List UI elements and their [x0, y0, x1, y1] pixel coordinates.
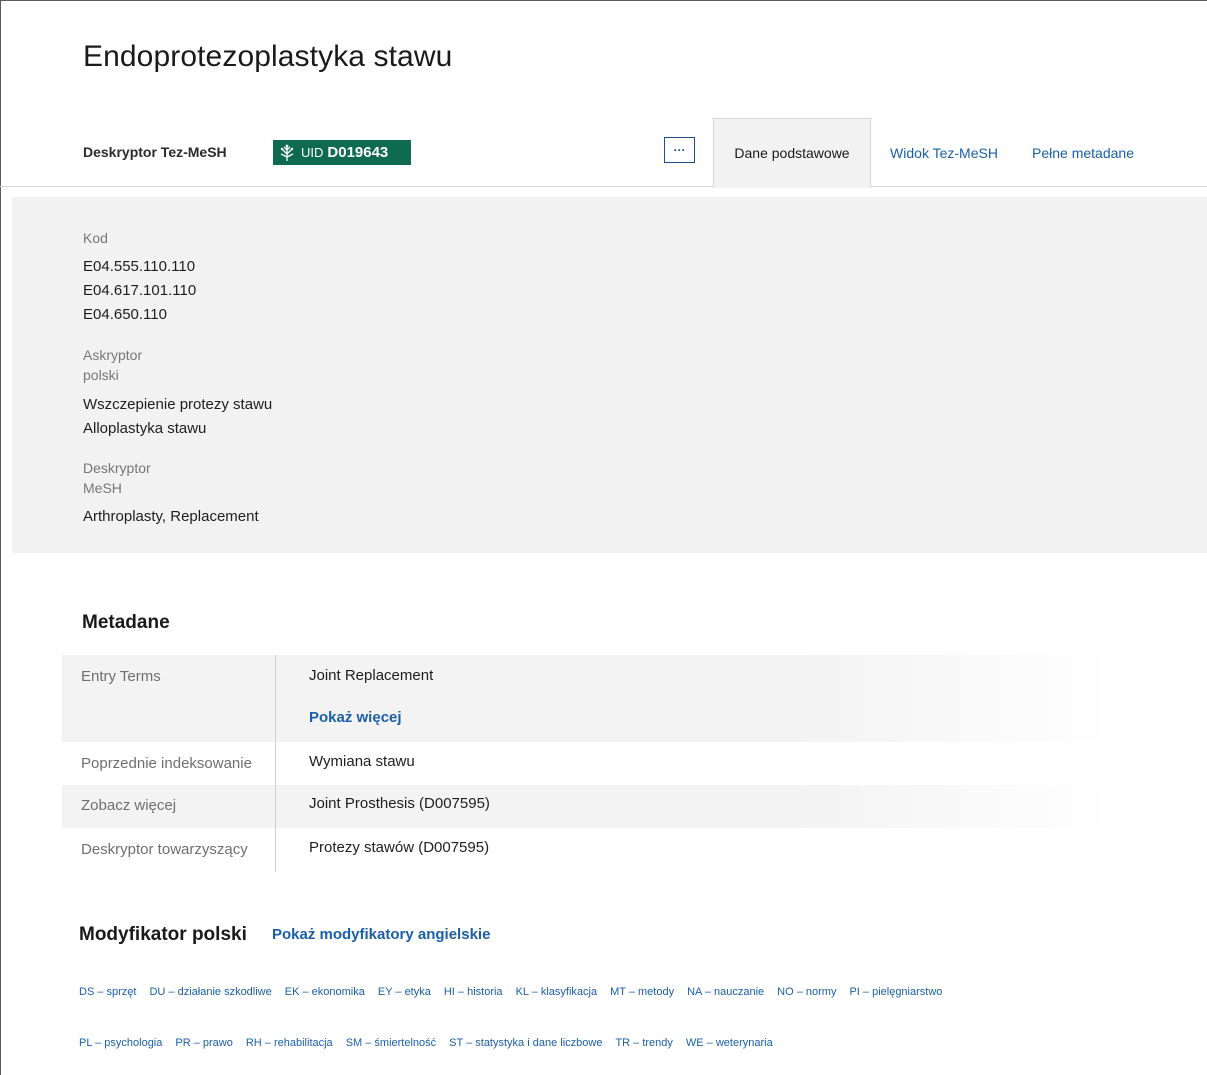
descriptor-type-label: Deskryptor Tez-MeSH [83, 144, 227, 160]
modifier-link[interactable]: MT – metody [610, 986, 674, 998]
row-value: Wymiana stawu [309, 753, 415, 770]
show-english-modifiers-link[interactable]: Pokaż modyfikatory angielskie [272, 926, 490, 943]
modifier-link[interactable]: PI – pielęgniarstwo [849, 986, 942, 998]
more-options-button[interactable]: ··· [664, 137, 695, 163]
row-key: Poprzednie indeksowanie [81, 755, 252, 772]
table-row: Deskryptor towarzyszący Protezy stawów (… [62, 828, 1112, 872]
modifier-link[interactable]: WE – weterynaria [686, 1037, 773, 1049]
modifier-link[interactable]: KL – klasyfikacja [516, 986, 598, 998]
mesh-tree-logo-icon [277, 142, 297, 163]
modifier-link[interactable]: HI – historia [444, 986, 503, 998]
askryptor-label: Askryptor [83, 347, 143, 363]
table-row: Poprzednie indeksowanie Wymiana stawu [62, 742, 1112, 785]
deskryptor-source: MeSH [83, 480, 122, 496]
modifier-link[interactable]: DS – sprzęt [79, 986, 136, 998]
modifier-link[interactable]: EY – etyka [378, 986, 431, 998]
tab-widok-tez-mesh[interactable]: Widok Tez-MeSH [880, 118, 1008, 187]
kod-label: Kod [83, 230, 108, 246]
page-title: Endoprotezoplastyka stawu [83, 40, 453, 73]
deskryptor-value: Arthroplasty, Replacement [83, 508, 259, 525]
modifiers-row: DS – sprzęt DU – działanie szkodliwe EK – … [79, 986, 955, 998]
show-more-link[interactable]: Pokaż więcej [309, 709, 402, 726]
modifiers-heading: Modyfikator polski [79, 924, 247, 945]
modifier-link[interactable]: NO – normy [777, 986, 836, 998]
modifier-link[interactable]: EK – ekonomika [285, 986, 365, 998]
askryptor-language: polski [83, 367, 119, 383]
basic-data-panel: Kod E04.555.110.110 E04.617.101.110 E04.… [12, 197, 1207, 553]
tab-pelne-metadane[interactable]: Pełne metadane [1018, 118, 1148, 187]
uid-value: D019643 [327, 144, 389, 161]
code-value: E04.555.110.110 [83, 258, 196, 275]
askryptor-value: Wszczepienie protezy stawu [83, 396, 273, 413]
table-row: Entry Terms Joint Replacement Pokaż więc… [62, 655, 1112, 742]
row-key: Zobacz więcej [81, 797, 177, 814]
tab-dane-podstawowe[interactable]: Dane podstawowe [713, 118, 871, 188]
row-value: Joint Prosthesis (D007595) [309, 795, 490, 812]
deskryptor-label: Deskryptor [83, 460, 151, 476]
modifier-link[interactable]: PL – psychologia [79, 1037, 162, 1049]
column-divider [275, 742, 276, 785]
row-key: Deskryptor towarzyszący [81, 841, 248, 858]
code-value: E04.650.110 [83, 306, 167, 323]
metadane-heading: Metadane [82, 612, 170, 633]
uid-badge: UID D019643 [273, 140, 411, 165]
modifiers-row: PL – psychologia PR – prawo RH – rehabilit… [79, 1037, 786, 1049]
row-value: Joint Replacement [309, 667, 434, 684]
modifier-link[interactable]: TR – trendy [615, 1037, 672, 1049]
row-key: Entry Terms [81, 668, 161, 685]
modifier-link[interactable]: SM – śmiertelność [346, 1037, 436, 1049]
column-divider [275, 655, 276, 742]
modifier-link[interactable]: PR – prawo [175, 1037, 232, 1049]
askryptor-value: Alloplastyka stawu [83, 420, 207, 437]
modifier-link[interactable]: DU – działanie szkodliwe [149, 986, 271, 998]
ellipsis-icon: ··· [673, 143, 686, 157]
table-row: Zobacz więcej Joint Prosthesis (D007595) [62, 785, 1112, 828]
metadata-table: Entry Terms Joint Replacement Pokaż więc… [62, 655, 1112, 872]
uid-prefix: UID [301, 145, 324, 160]
row-value: Protezy stawów (D007595) [309, 839, 490, 856]
column-divider [275, 828, 276, 872]
modifier-link[interactable]: ST – statystyka i dane liczbowe [449, 1037, 602, 1049]
modifier-link[interactable]: NA – nauczanie [687, 986, 764, 998]
code-value: E04.617.101.110 [83, 282, 197, 299]
modifier-link[interactable]: RH – rehabilitacja [246, 1037, 333, 1049]
column-divider [275, 785, 276, 828]
descriptor-header: Deskryptor Tez-MeSH UID D019643 ··· Dane… [0, 118, 1207, 188]
